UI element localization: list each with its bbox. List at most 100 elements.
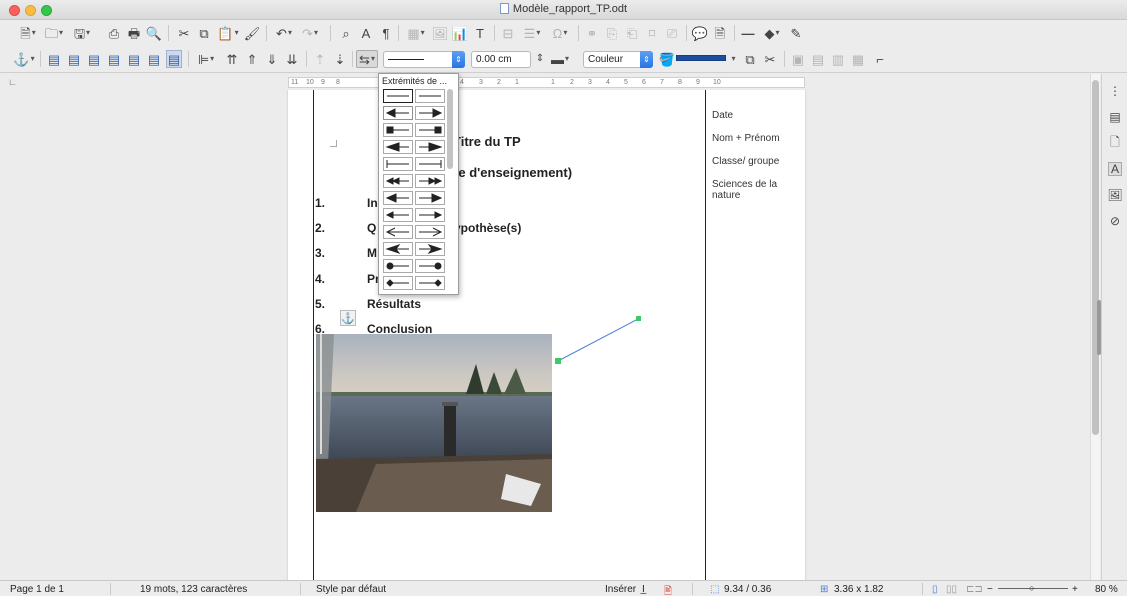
document-modified-icon[interactable]: 🖹 — [664, 584, 672, 596]
insert-endnote-button[interactable]: ⎗ — [624, 24, 640, 42]
line-shape[interactable] — [557, 318, 639, 362]
word-count[interactable]: 19 mots, 123 caractères — [140, 584, 247, 595]
zoom-out-icon[interactable]: − — [987, 584, 993, 595]
line-color-icon[interactable]: ▬ ▾ — [548, 50, 572, 68]
single-page-view-icon[interactable]: ▯ — [932, 584, 938, 595]
wrap-left-icon[interactable]: ▤ — [106, 50, 122, 68]
wrap-through-icon[interactable]: ▤ — [146, 50, 162, 68]
insert-footnote-button[interactable]: ⎘ — [604, 24, 620, 42]
fill-color-swatch[interactable] — [676, 55, 726, 61]
horizontal-ruler[interactable]: 11 10 9 8 4 3 2 1 1 2 3 4 5 6 7 8 9 10 — [288, 77, 805, 88]
document-canvas[interactable]: Titre du TP ence d'enseignement) 1. In 2.… — [0, 90, 1090, 580]
formatting-marks-icon[interactable]: ¶ — [378, 24, 394, 42]
insert-bookmark-button[interactable]: ⌑ — [644, 24, 660, 42]
arrow-style-popup[interactable]: Extrémités de ... — [378, 73, 459, 295]
page-style[interactable]: Style par défaut — [316, 584, 386, 595]
arrow-style-grid[interactable] — [383, 89, 445, 294]
enter-group-icon[interactable]: ▤ — [810, 50, 826, 68]
insert-line-icon[interactable]: — — [740, 24, 756, 42]
insert-field-button[interactable]: ☰ ▾ — [520, 24, 544, 42]
points-edit-icon[interactable]: ⌐ — [872, 50, 888, 68]
zoom-slider-thumb[interactable]: ○ — [1029, 583, 1034, 593]
insert-hyperlink-button[interactable]: ⚭ — [584, 24, 600, 42]
new-document-button[interactable]: 🗎 ▾ — [16, 24, 40, 42]
insert-mode[interactable]: Insérer — [605, 584, 636, 595]
multi-page-view-icon[interactable]: ▯▯ — [946, 584, 957, 595]
wrap-right-icon[interactable]: ▤ — [126, 50, 142, 68]
redo-button[interactable]: ↷ ▾ — [298, 24, 322, 42]
clone-formatting-button[interactable]: 🖌 — [244, 24, 261, 42]
crop-icon[interactable]: ✂ — [762, 50, 778, 68]
insert-chart-button[interactable]: 📊 — [452, 24, 468, 42]
line-style-select[interactable]: ⇕ — [383, 51, 465, 68]
insert-special-character-button[interactable]: Ω ▾ — [548, 24, 572, 42]
anchor-icon[interactable]: ⚓ ▾ — [12, 50, 36, 68]
navigator-icon[interactable]: ⊘ — [1108, 214, 1122, 228]
sidebar-resize-handle[interactable] — [1097, 300, 1101, 355]
bring-to-front-icon[interactable]: ⇈ — [224, 50, 240, 68]
arrow-style-button[interactable]: ⇆ ▾ — [356, 50, 378, 68]
separator — [40, 51, 41, 67]
selected-line-shape[interactable] — [0, 90, 1090, 580]
find-replace-icon[interactable]: ⌕ — [338, 24, 354, 42]
line-end-handle[interactable] — [636, 316, 641, 321]
to-foreground-icon[interactable]: ⇡ — [312, 50, 328, 68]
fill-color-dropdown-icon[interactable]: ▾ — [728, 50, 738, 68]
size-icon: ⊞ — [820, 584, 829, 595]
forward-one-icon[interactable]: ⇑ — [244, 50, 260, 68]
insert-textbox-button[interactable]: T — [472, 24, 488, 42]
line-width-spin-icon[interactable]: ⇕ — [535, 50, 545, 68]
styles-icon[interactable]: A — [1108, 162, 1122, 176]
page-icon[interactable]: 🗋 — [1108, 135, 1122, 150]
print-button[interactable]: 🖶 — [126, 24, 142, 42]
insert-table-button[interactable]: ▦ ▾ — [404, 24, 428, 42]
insert-image-button[interactable]: 🖼 — [432, 24, 449, 42]
wrap-page-icon[interactable]: ▤ — [66, 50, 82, 68]
to-background-icon[interactable]: ⇣ — [332, 50, 348, 68]
gallery-icon[interactable]: 🖼 — [1107, 188, 1122, 202]
draw-functions-icon[interactable]: ✎ — [788, 24, 804, 42]
tab-stop-icon[interactable]: ∟ — [8, 77, 17, 87]
insert-comment-button[interactable]: 💬 — [692, 24, 708, 42]
copy-button[interactable]: ⧉ — [196, 24, 212, 42]
wrap-background-icon[interactable]: ▤ — [166, 50, 182, 68]
selection-mode-icon[interactable]: I̲ — [642, 584, 645, 595]
export-pdf-button[interactable]: ⎙ — [106, 24, 122, 42]
arrow-popup-scrollbar[interactable] — [447, 89, 453, 169]
ruler-tick: 10 — [713, 79, 721, 86]
insert-cross-reference-button[interactable]: ⎚ — [664, 24, 680, 42]
align-objects-icon[interactable]: ⊫ ▾ — [194, 50, 218, 68]
open-folder-button[interactable]: 🗀 ▾ — [42, 24, 66, 42]
exit-group-icon[interactable]: ▥ — [830, 50, 846, 68]
save-button[interactable]: 🖫 ▾ — [70, 24, 94, 42]
spelling-icon[interactable]: A — [358, 24, 374, 42]
insert-page-break-button[interactable]: ⊟ — [500, 24, 516, 42]
book-view-icon[interactable]: ⊏⊐ — [966, 584, 983, 595]
paste-button[interactable]: 📋 ▾ — [216, 24, 240, 42]
cut-button[interactable]: ✂ — [176, 24, 192, 42]
fill-color-icon[interactable]: 🪣 — [659, 50, 675, 68]
line-style-stepper-icon[interactable]: ⇕ — [452, 51, 465, 68]
zoom-in-icon[interactable]: + — [1072, 584, 1078, 595]
area-style-stepper-icon[interactable]: ⇕ — [640, 51, 653, 68]
area-style-select[interactable]: Couleur ⇕ — [583, 51, 653, 68]
track-changes-button[interactable]: 🗎 — [712, 24, 728, 42]
line-width-field[interactable]: 0.00 cm — [471, 51, 531, 68]
sidebar-menu-icon[interactable]: ⋮ — [1108, 84, 1122, 98]
zoom-level[interactable]: 80 % — [1095, 584, 1118, 595]
wrap-optimal-icon[interactable]: ▤ — [86, 50, 102, 68]
ruler-tick: 8 — [336, 79, 340, 86]
backward-one-icon[interactable]: ⇓ — [264, 50, 280, 68]
print-preview-button[interactable]: 🔍 — [146, 24, 162, 42]
basic-shapes-icon[interactable]: ◆ ▾ — [760, 24, 784, 42]
undo-button[interactable]: ↶ ▾ — [272, 24, 296, 42]
page-indicator[interactable]: Page 1 de 1 — [10, 584, 64, 595]
ungroup-icon[interactable]: ▦ — [850, 50, 866, 68]
group-icon[interactable]: ▣ — [790, 50, 806, 68]
shadow-icon[interactable]: ⧉ — [742, 50, 758, 68]
scrollbar-thumb[interactable] — [1092, 80, 1099, 435]
properties-icon[interactable]: ▤ — [1108, 110, 1122, 124]
wrap-off-icon[interactable]: ▤ — [46, 50, 62, 68]
line-start-handle[interactable] — [555, 358, 561, 364]
send-to-back-icon[interactable]: ⇊ — [284, 50, 300, 68]
